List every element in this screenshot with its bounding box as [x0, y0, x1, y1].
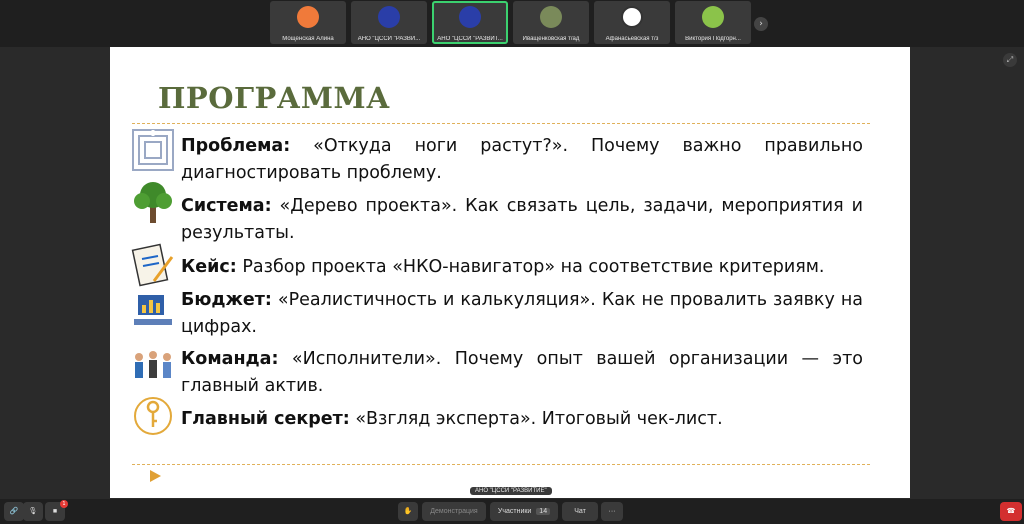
chat-button[interactable]: Чат	[562, 502, 598, 521]
participants-count: 14	[536, 508, 551, 515]
speaker-label: АНО "ЦССИ "РАЗВИТИЕ"	[470, 487, 552, 495]
divider	[132, 464, 870, 465]
participant-name: Афанасьевская т/з	[605, 36, 659, 42]
more-button[interactable]: ···	[601, 502, 623, 521]
share-label: Демонстрация	[430, 508, 478, 515]
participant-name: Виктория Подгорн...	[685, 36, 741, 42]
clipboard-icon	[131, 243, 174, 287]
hang-up-icon[interactable]: ☎	[1000, 502, 1022, 521]
budget-icon	[134, 295, 172, 325]
agenda-item: Проблема: «Откуда ноги растут?». Почему …	[181, 133, 863, 187]
participants-label: Участники	[497, 508, 532, 515]
avatar	[459, 6, 481, 28]
item-label: Команда:	[181, 349, 279, 369]
item-label: Кейс:	[181, 257, 237, 277]
item-label: Проблема:	[181, 136, 291, 156]
item-label: Система:	[181, 196, 272, 216]
item-text: «Исполнители». Почему опыт вашей организ…	[181, 349, 863, 396]
participant-name: АНО "ЦССИ "РАЗВИТ...	[437, 36, 503, 42]
share-screen-button[interactable]: Демонстрация	[422, 502, 486, 521]
participant-tile[interactable]: Мощенская Алина	[270, 1, 346, 44]
item-text: «Взгляд эксперта». Итоговый чек-лист.	[349, 409, 723, 429]
avatar	[621, 6, 643, 28]
notification-badge: 1	[60, 500, 68, 508]
mic-muted-icon[interactable]: 🎙	[23, 502, 43, 521]
maze-icon	[132, 129, 174, 171]
participants-strip: Мощенская Алина АНО "ЦССИ "РАЗВИ... АНО …	[0, 0, 1024, 47]
presentation-slide: ПРОГРАММА Проблема: «Откуда ноги растут?…	[110, 47, 910, 498]
team-icon	[135, 351, 171, 378]
item-text: Разбор проекта «НКО-навигатор» на соотве…	[236, 257, 825, 277]
participant-tile[interactable]: Афанасьевская т/з	[594, 1, 670, 44]
raise-hand-icon[interactable]: ✋	[398, 502, 418, 521]
participant-tile[interactable]: Виктория Подгорн...	[675, 1, 751, 44]
chat-label: Чат	[574, 508, 586, 515]
more-icon: ···	[608, 508, 616, 515]
agenda-item: Система: «Дерево проекта». Как связать ц…	[181, 193, 863, 247]
participant-tile-active[interactable]: АНО "ЦССИ "РАЗВИТ...	[432, 1, 508, 44]
agenda-item: Команда: «Исполнители». Почему опыт ваше…	[181, 346, 863, 400]
avatar	[702, 6, 724, 28]
participants-button[interactable]: Участники 14	[490, 502, 558, 521]
participant-name: Иващенковская т/ад	[522, 36, 580, 42]
participant-name: Мощенская Алина	[282, 36, 334, 42]
tree-icon	[134, 182, 172, 223]
fullscreen-icon[interactable]: ⤢	[1003, 53, 1017, 67]
participant-tile[interactable]: АНО "ЦССИ "РАЗВИ...	[351, 1, 427, 44]
avatar	[297, 6, 319, 28]
agenda-item: Бюджет: «Реалистичность и калькуляция». …	[181, 287, 863, 341]
participant-name: АНО "ЦССИ "РАЗВИ...	[357, 36, 421, 42]
item-label: Бюджет:	[181, 290, 272, 310]
chevron-right-icon[interactable]: ›	[754, 17, 768, 31]
agenda-item: Главный секрет: «Взгляд эксперта». Итого…	[181, 406, 863, 433]
key-icon	[134, 397, 172, 435]
avatar	[540, 6, 562, 28]
bottom-toolbar: 🔗 🎙 ■ 1 ✋ Демонстрация Участники 14 Чат …	[0, 499, 1024, 524]
participant-tile[interactable]: Иващенковская т/ад	[513, 1, 589, 44]
slide-title: ПРОГРАММА	[158, 81, 391, 115]
item-label: Главный секрет:	[181, 409, 350, 429]
divider	[132, 123, 870, 124]
link-icon[interactable]: 🔗	[4, 502, 24, 521]
avatar	[378, 6, 400, 28]
agenda-item: Кейс: Разбор проекта «НКО-навигатор» на …	[181, 254, 863, 281]
item-text: «Дерево проекта». Как связать цель, зада…	[181, 196, 863, 243]
item-text: «Реалистичность и калькуляция». Как не п…	[181, 290, 863, 337]
play-icon[interactable]	[150, 470, 161, 482]
